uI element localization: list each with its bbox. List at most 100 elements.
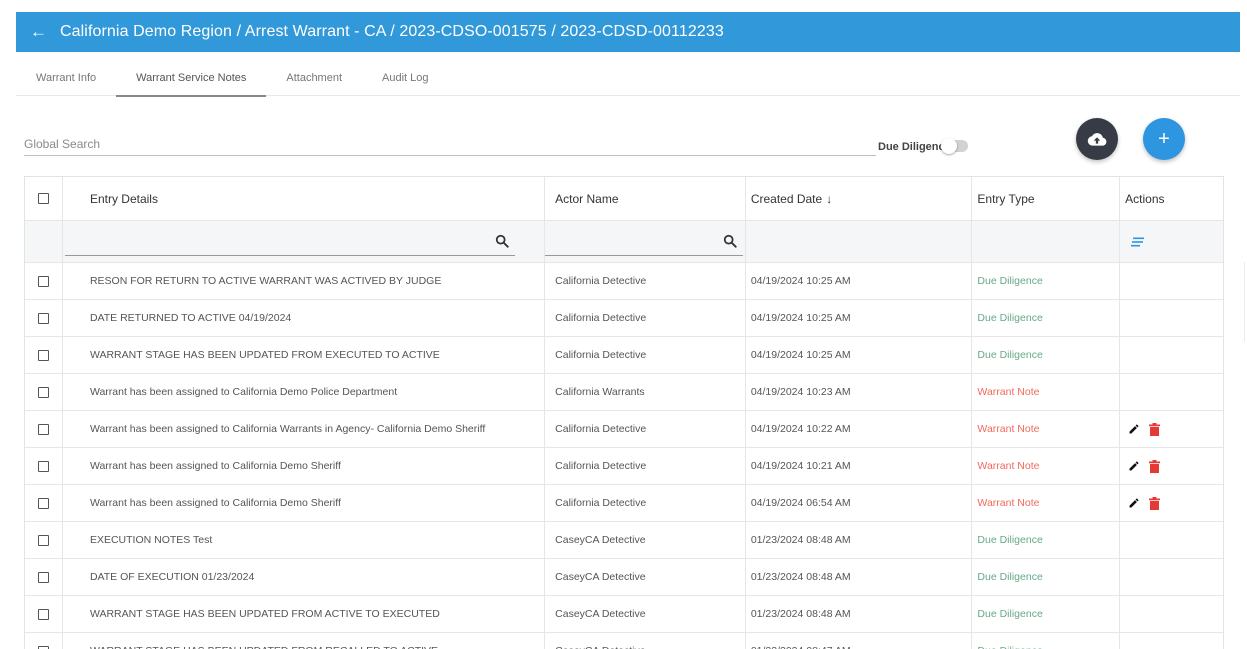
table-row[interactable]: Warrant has been assigned to California … (25, 485, 1223, 522)
actor-name-cell: California Detective (545, 300, 746, 336)
search-icon[interactable] (723, 234, 737, 248)
table-row[interactable]: Warrant has been assigned to California … (25, 374, 1223, 411)
table-row[interactable]: WARRANT STAGE HAS BEEN UPDATED FROM ACTI… (25, 596, 1223, 633)
entry-details-cell: Warrant has been assigned to California … (63, 374, 546, 410)
upload-button[interactable] (1076, 118, 1118, 160)
actor-name-cell: CaseyCA Detective (545, 596, 746, 632)
row-checkbox[interactable] (37, 312, 49, 324)
actor-name-cell: CaseyCA Detective (545, 522, 746, 558)
entry-type-cell: Warrant Note (972, 485, 1121, 521)
entry-type-cell: Due Diligence (972, 337, 1121, 373)
delete-icon[interactable] (1149, 459, 1161, 473)
arrow-left-icon[interactable]: ← (30, 22, 52, 42)
actor-name-cell: California Detective (545, 411, 746, 447)
table-row[interactable]: Warrant has been assigned to California … (25, 411, 1223, 448)
column-header-created-date[interactable]: Created Date ↓ (746, 177, 973, 220)
entry-details-filter (64, 228, 515, 256)
sort-desc-icon[interactable]: ↓ (826, 192, 832, 206)
actions-cell (1120, 485, 1223, 521)
created-date-cell: 04/19/2024 10:25 AM (746, 337, 973, 373)
global-search-field (24, 134, 876, 156)
edit-icon[interactable] (1128, 497, 1140, 509)
created-date-cell: 04/19/2024 10:21 AM (746, 448, 973, 484)
delete-icon[interactable] (1149, 496, 1161, 510)
table-row[interactable]: WARRANT STAGE HAS BEEN UPDATED FROM EXEC… (25, 337, 1223, 374)
row-checkbox[interactable] (37, 460, 49, 472)
add-note-button[interactable]: + (1143, 118, 1185, 160)
actions-cell (1120, 596, 1223, 632)
actor-name-cell: California Detective (545, 448, 746, 484)
table-row[interactable]: Warrant has been assigned to California … (25, 448, 1223, 485)
actions-cell (1120, 559, 1223, 595)
entry-type-cell: Warrant Note (972, 374, 1121, 410)
column-header-entry-details[interactable]: Entry Details (63, 177, 546, 220)
row-checkbox[interactable] (37, 386, 49, 398)
row-checkbox[interactable] (37, 608, 49, 620)
entry-details-cell: Warrant has been assigned to California … (63, 485, 546, 521)
entry-details-cell: WARRANT STAGE HAS BEEN UPDATED FROM EXEC… (63, 337, 546, 373)
row-checkbox[interactable] (37, 534, 49, 546)
actions-cell (1120, 411, 1223, 447)
table-row[interactable]: WARRANT STAGE HAS BEEN UPDATED FROM RECA… (25, 633, 1223, 649)
actor-name-filter (545, 228, 744, 256)
due-diligence-label: Due Diligence (878, 141, 951, 153)
entry-details-filter-input[interactable] (64, 229, 495, 253)
actor-name-filter-input[interactable] (545, 229, 724, 253)
entry-details-cell: DATE RETURNED TO ACTIVE 04/19/2024 (63, 300, 546, 336)
select-all-checkbox[interactable] (37, 193, 49, 204)
entry-details-cell: Warrant has been assigned to California … (63, 448, 546, 484)
entry-details-cell: EXECUTION NOTES Test (63, 522, 546, 558)
tab-bar: Warrant Info Warrant Service Notes Attac… (16, 60, 1240, 97)
column-header-created-date-label: Created Date (750, 191, 823, 206)
created-date-cell: 04/19/2024 10:25 AM (746, 263, 973, 299)
created-date-cell: 04/19/2024 06:54 AM (746, 485, 973, 521)
search-icon[interactable] (495, 234, 509, 248)
actions-cell (1120, 263, 1223, 299)
delete-icon[interactable] (1149, 422, 1161, 436)
row-checkbox[interactable] (37, 497, 49, 509)
row-checkbox[interactable] (37, 571, 49, 583)
notes-table: Entry Details Actor Name Created Date ↓ … (24, 176, 1224, 649)
actor-name-cell: CaseyCA Detective (545, 559, 746, 595)
table-row[interactable]: RESON FOR RETURN TO ACTIVE WARRANT WAS A… (25, 263, 1223, 300)
created-date-cell: 04/19/2024 10:23 AM (746, 374, 973, 410)
entry-details-cell: Warrant has been assigned to California … (63, 411, 546, 447)
actor-name-cell: California Detective (545, 337, 746, 373)
row-checkbox[interactable] (37, 349, 49, 361)
row-checkbox[interactable] (37, 275, 49, 287)
actor-name-cell: California Warrants (545, 374, 746, 410)
entry-type-cell: Warrant Note (972, 411, 1121, 447)
tab-audit-log[interactable]: Audit Log (362, 60, 448, 96)
edit-icon[interactable] (1128, 423, 1140, 435)
created-date-cell: 01/23/2024 08:48 AM (746, 596, 973, 632)
actions-cell (1120, 300, 1223, 336)
entry-details-cell: WARRANT STAGE HAS BEEN UPDATED FROM RECA… (63, 633, 546, 649)
tab-warrant-info[interactable]: Warrant Info (16, 60, 116, 96)
filter-row (25, 221, 1223, 263)
column-header-entry-type[interactable]: Entry Type (972, 177, 1121, 220)
entry-type-cell: Due Diligence (972, 522, 1121, 558)
column-header-actor-name[interactable]: Actor Name (545, 177, 746, 220)
actor-name-cell: California Detective (545, 263, 746, 299)
row-checkbox[interactable] (37, 645, 49, 649)
entry-details-cell: DATE OF EXECUTION 01/23/2024 (63, 559, 546, 595)
created-date-cell: 04/19/2024 10:25 AM (746, 300, 973, 336)
cloud-upload-icon (1087, 133, 1107, 146)
column-settings-icon[interactable] (1131, 237, 1145, 247)
tab-warrant-service-notes[interactable]: Warrant Service Notes (116, 60, 267, 97)
actions-cell (1120, 448, 1223, 484)
entry-type-cell: Due Diligence (972, 596, 1121, 632)
actor-name-cell: CaseyCA Detective (545, 633, 746, 649)
global-search-input[interactable] (24, 134, 876, 154)
actions-cell (1120, 633, 1223, 649)
table-row[interactable]: DATE RETURNED TO ACTIVE 04/19/2024 Califo… (25, 300, 1223, 337)
actions-cell (1120, 374, 1223, 410)
created-date-cell: 01/23/2024 08:48 AM (746, 559, 973, 595)
due-diligence-toggle[interactable] (941, 138, 968, 154)
edit-icon[interactable] (1128, 460, 1140, 472)
actions-cell (1120, 522, 1223, 558)
row-checkbox[interactable] (37, 423, 49, 435)
table-row[interactable]: DATE OF EXECUTION 01/23/2024 CaseyCA Dete… (25, 559, 1223, 596)
tab-attachment[interactable]: Attachment (266, 60, 362, 96)
table-row[interactable]: EXECUTION NOTES Test CaseyCA Detective 01/… (25, 522, 1223, 559)
